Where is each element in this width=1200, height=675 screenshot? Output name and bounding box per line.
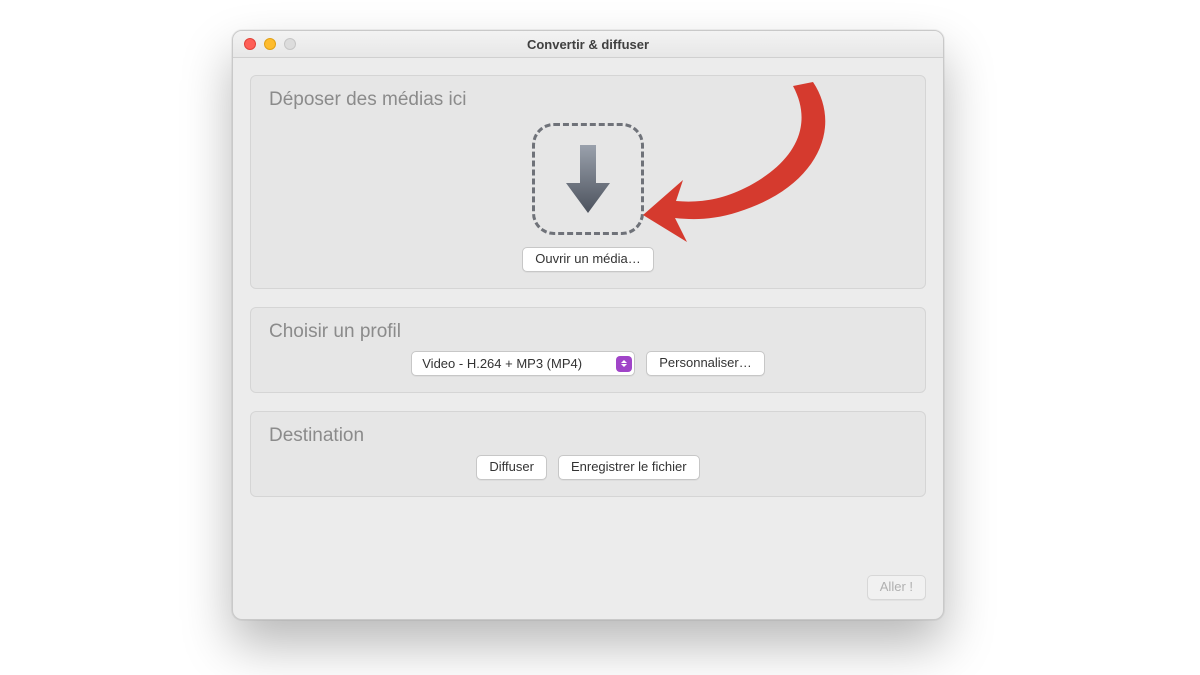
window-content: Déposer des médias ici bbox=[233, 58, 943, 532]
open-media-button[interactable]: Ouvrir un média… bbox=[522, 247, 653, 272]
zoom-icon bbox=[284, 38, 296, 50]
profile-selected-value: Video - H.264 + MP3 (MP4) bbox=[422, 356, 608, 371]
drop-zone[interactable]: Ouvrir un média… bbox=[267, 119, 909, 272]
profile-section: Choisir un profil Video - H.264 + MP3 (M… bbox=[250, 307, 926, 393]
updown-chevron-icon bbox=[616, 356, 632, 372]
close-icon[interactable] bbox=[244, 38, 256, 50]
traffic-lights bbox=[233, 38, 296, 50]
drop-heading: Déposer des médias ici bbox=[269, 89, 909, 111]
save-file-button[interactable]: Enregistrer le fichier bbox=[558, 455, 700, 480]
download-arrow-icon bbox=[564, 143, 612, 215]
footer: Aller ! bbox=[867, 575, 926, 600]
window-title: Convertir & diffuser bbox=[233, 37, 943, 52]
minimize-icon[interactable] bbox=[264, 38, 276, 50]
titlebar: Convertir & diffuser bbox=[233, 31, 943, 58]
profile-row: Video - H.264 + MP3 (MP4) Personnaliser… bbox=[267, 351, 909, 376]
stream-button[interactable]: Diffuser bbox=[476, 455, 547, 480]
destination-heading: Destination bbox=[269, 425, 909, 447]
destination-row: Diffuser Enregistrer le fichier bbox=[267, 455, 909, 480]
go-button: Aller ! bbox=[867, 575, 926, 600]
profile-heading: Choisir un profil bbox=[269, 321, 909, 343]
drop-section: Déposer des médias ici bbox=[250, 75, 926, 289]
drop-target[interactable] bbox=[532, 123, 644, 235]
dialog-window: Convertir & diffuser Déposer des médias … bbox=[232, 30, 944, 620]
destination-section: Destination Diffuser Enregistrer le fich… bbox=[250, 411, 926, 497]
customize-profile-button[interactable]: Personnaliser… bbox=[646, 351, 765, 376]
profile-select[interactable]: Video - H.264 + MP3 (MP4) bbox=[411, 351, 635, 376]
